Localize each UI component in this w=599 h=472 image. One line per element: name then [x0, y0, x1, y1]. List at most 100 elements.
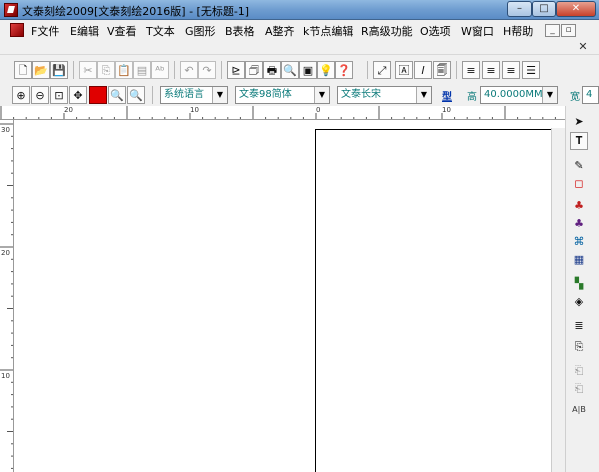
menu-options[interactable]: O选项: [420, 23, 451, 39]
maximize-button[interactable]: □: [532, 1, 556, 17]
vertical-ruler: 30 20 10: [0, 120, 14, 472]
align-right-icon[interactable]: ≡: [502, 61, 520, 79]
title-bar: 文泰刻绘2009[文泰刻绘2016版] - [无标题-1] – □ ✕: [0, 0, 599, 20]
close-button[interactable]: ✕: [556, 1, 596, 17]
justify-icon[interactable]: ☰: [522, 61, 540, 79]
toolbar-separator: [73, 61, 74, 79]
ruler-label: 20: [1, 249, 10, 257]
document-icon[interactable]: [10, 23, 24, 37]
cut-path-icon[interactable]: ⊵: [227, 61, 245, 79]
shape-tool-icon[interactable]: ⌘: [570, 232, 588, 250]
ruler-ticks: [0, 106, 556, 119]
color-grid-icon[interactable]: ▚: [570, 274, 588, 292]
edit-box-icon[interactable]: 🗐: [433, 61, 451, 79]
menu-bar: F文件 E编辑 V查看 T文本 G图形 B表格 A整齐 k节点编辑 R高级功能 …: [0, 20, 599, 40]
select-tool-icon[interactable]: ➤: [570, 112, 588, 130]
split-text-icon[interactable]: A|B: [570, 400, 588, 418]
align-center-icon[interactable]: ≡: [482, 61, 500, 79]
menu-table[interactable]: B表格: [225, 23, 255, 39]
cut-icon[interactable]: ✂: [79, 61, 97, 79]
height-label: 高: [467, 92, 477, 103]
width-input[interactable]: 4: [582, 86, 599, 104]
zoom-out-icon[interactable]: ⊖: [31, 86, 49, 104]
help-icon[interactable]: ❓: [335, 61, 353, 79]
open-file-icon[interactable]: 📂: [32, 61, 50, 79]
print-icon[interactable]: 🖶: [263, 61, 281, 79]
page-border-top: [315, 129, 551, 130]
document-control-row: ✕: [0, 40, 599, 54]
horizontal-ruler: 20 10 0 10: [0, 106, 565, 120]
page-layout-icon[interactable]: ▣: [299, 61, 317, 79]
italic-icon[interactable]: 𝐼: [414, 61, 432, 79]
toolbar-separator: [174, 61, 175, 79]
mdi-minimize-button[interactable]: _: [545, 24, 560, 37]
disabled-b-icon[interactable]: ⎗: [570, 380, 588, 398]
rectangle-tool-icon[interactable]: ◻: [570, 174, 588, 192]
english-font-select[interactable]: 文泰长宋 ▼: [337, 86, 432, 104]
height-input[interactable]: 40.0000MM ▼: [480, 86, 558, 104]
tip-icon[interactable]: 💡: [317, 61, 335, 79]
mdi-restore-button[interactable]: ▫: [561, 24, 576, 37]
app-icon: [4, 3, 18, 17]
align-left-icon[interactable]: ≡: [462, 61, 480, 79]
minimize-button[interactable]: –: [507, 1, 532, 17]
chinese-font-select[interactable]: 文泰98简体 ▼: [235, 86, 330, 104]
english-font-value: 文泰长宋: [341, 89, 381, 100]
menu-file[interactable]: F文件: [31, 23, 59, 39]
new-file-icon[interactable]: 🗋: [14, 61, 32, 79]
page-border-left: [315, 129, 316, 472]
undo-icon[interactable]: ↶: [180, 61, 198, 79]
effects-b-icon[interactable]: ♣: [570, 214, 588, 232]
menu-view[interactable]: V查看: [107, 23, 137, 39]
menu-window[interactable]: W窗口: [461, 23, 494, 39]
window-title: 文泰刻绘2009[文泰刻绘2016版] - [无标题-1]: [22, 5, 250, 18]
menu-advanced[interactable]: R高级功能: [361, 23, 413, 39]
node-edit-tool-icon[interactable]: ✎: [570, 156, 588, 174]
node-icon[interactable]: ⤢: [373, 61, 391, 79]
redo-icon[interactable]: ↷: [198, 61, 216, 79]
zoom-a-icon[interactable]: 🔍: [108, 86, 126, 104]
menu-help[interactable]: H帮助: [503, 23, 533, 39]
text-tool-icon[interactable]: 𝐓: [570, 132, 588, 150]
toolbar-separator: [367, 61, 368, 79]
effects-a-icon[interactable]: ♣: [570, 196, 588, 214]
copy-icon[interactable]: ⎘: [97, 61, 115, 79]
lines-tool-icon[interactable]: ≣: [570, 316, 588, 334]
language-select[interactable]: 系统语言 ▼: [160, 86, 228, 104]
print-preview-icon[interactable]: 🔍: [281, 61, 299, 79]
menu-text[interactable]: T文本: [146, 23, 175, 39]
menu-node-edit[interactable]: k节点编辑: [303, 23, 353, 39]
ruler-label: 20: [64, 106, 73, 114]
toolbar-separator: [221, 61, 222, 79]
drawing-canvas[interactable]: [15, 120, 565, 472]
chevron-down-icon: ▼: [212, 87, 227, 103]
paste-icon[interactable]: 📋: [115, 61, 133, 79]
menu-align[interactable]: A整齐: [265, 23, 295, 39]
fill-tool-icon[interactable]: ◈: [570, 292, 588, 310]
ruler-ticks: [0, 123, 13, 469]
text-box-icon[interactable]: 🄰: [395, 61, 413, 79]
document-close-button[interactable]: ✕: [575, 40, 591, 54]
stamp-tool-icon[interactable]: ⎘: [570, 338, 588, 356]
zoom-b-icon[interactable]: 🔍: [127, 86, 145, 104]
paste-special-icon[interactable]: ▤: [133, 61, 151, 79]
move-icon[interactable]: ✥: [69, 86, 87, 104]
menu-edit[interactable]: E编辑: [70, 23, 99, 39]
ruler-label: 10: [190, 106, 199, 114]
table-tool-icon[interactable]: ▦: [570, 250, 588, 268]
zoom-in-icon[interactable]: ⊕: [12, 86, 30, 104]
save-icon[interactable]: 💾: [50, 61, 68, 79]
width-label: 宽: [570, 92, 580, 103]
height-value: 40.0000MM: [484, 89, 543, 100]
write-icon[interactable]: 🗇: [245, 61, 263, 79]
disabled-a-icon[interactable]: ⎗: [570, 362, 588, 380]
toolbar-separator: [456, 61, 457, 79]
main-toolbar: 🗋 📂 💾 ✂ ⎘ 📋 ▤ ᴬᵇ ↶ ↷ ⊵ 🗇 🖶 🔍 ▣ 💡 ❓ ⤢ 🄰 𝐼…: [0, 54, 599, 84]
zoom-selection-icon[interactable]: ⊡: [50, 86, 68, 104]
menu-graphics[interactable]: G图形: [185, 23, 216, 39]
width-value: 4: [586, 89, 593, 100]
font-style-link[interactable]: 型: [442, 88, 452, 103]
spell-check-icon[interactable]: ᴬᵇ: [151, 61, 169, 79]
vertical-scrollbar[interactable]: [551, 128, 565, 472]
color-swatch[interactable]: [89, 86, 107, 104]
